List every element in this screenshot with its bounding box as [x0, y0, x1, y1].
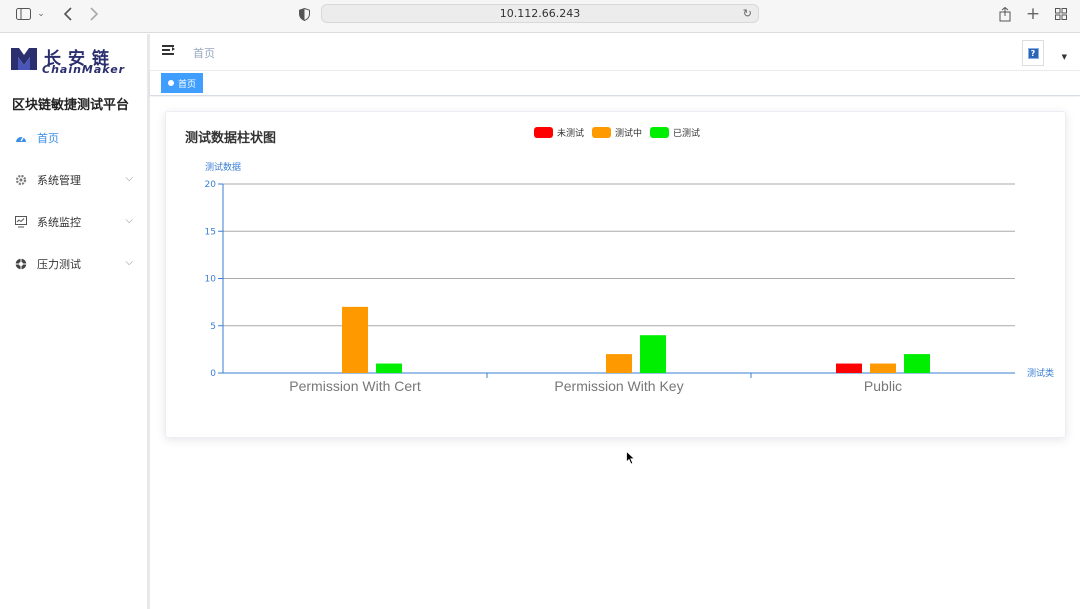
sidebar-item-label: 首页	[37, 132, 59, 145]
sidebar-item-label: 压力测试	[37, 258, 81, 271]
logo-english-text: ChainMaker	[42, 63, 126, 76]
x-axis-title: 测试类	[1027, 367, 1054, 379]
tab-overview-icon[interactable]	[1052, 4, 1070, 24]
chevron-down-icon: ⌵	[125, 173, 133, 184]
bar	[640, 335, 666, 373]
bar	[606, 354, 632, 373]
y-axis-title: 测试数据	[205, 161, 241, 173]
back-icon[interactable]	[60, 4, 76, 24]
chainmaker-logo-icon	[11, 48, 37, 70]
help-button[interactable]: ?	[1022, 40, 1044, 66]
breadcrumb[interactable]: 首页	[193, 45, 215, 61]
chevron-down-icon: ⌵	[125, 257, 133, 268]
x-tick-label: Public	[864, 378, 902, 394]
shield-icon[interactable]	[296, 4, 312, 24]
aperture-icon	[14, 257, 28, 271]
tags-view: 首页	[150, 71, 1080, 96]
sidebar-item-label: 系统管理	[37, 174, 81, 187]
chevron-down-icon: ⌵	[125, 215, 133, 226]
gear-icon	[14, 173, 28, 187]
bar	[376, 363, 402, 373]
bar	[836, 363, 862, 373]
x-tick-label: Permission With Key	[554, 378, 683, 394]
mouse-cursor-icon	[626, 451, 636, 465]
reload-icon[interactable]: ↻	[743, 7, 752, 20]
main-content: 测试数据柱状图 未测试 测试中 已测试 测试数据 0 5 10 15 20 Permissi…	[150, 97, 1080, 609]
chevron-down-icon[interactable]: ⌄	[35, 4, 47, 24]
sidebar-toggle-icon[interactable]	[14, 4, 32, 24]
platform-title: 区块链敏捷测试平台	[12, 98, 130, 113]
sidebar: 长安链 ChainMaker 区块链敏捷测试平台 首页 系统管理 ⌵ 系统监控 …	[0, 34, 150, 609]
sidebar-item-home[interactable]: 首页	[0, 123, 147, 153]
monitor-icon	[14, 215, 28, 229]
y-tick-label: 10	[205, 275, 217, 285]
logo[interactable]: 长安链 ChainMaker	[10, 44, 140, 76]
new-tab-icon[interactable]: +	[1024, 4, 1042, 24]
bar	[342, 306, 368, 373]
sidebar-item-system-management[interactable]: 系统管理 ⌵	[0, 165, 147, 195]
bar	[904, 354, 930, 373]
dashboard-icon	[14, 131, 28, 145]
url-text: 10.112.66.243	[499, 7, 581, 20]
bar	[870, 363, 896, 373]
bar-chart: 测试数据 0 5 10 15 20 Permission With Cert Permissi…	[205, 161, 1054, 394]
caret-down-icon[interactable]: ▼	[1062, 53, 1067, 61]
sidebar-item-label: 系统监控	[37, 216, 81, 229]
browser-toolbar: ⌄ 10.112.66.243 ↻ +	[0, 0, 1080, 33]
y-tick-label: 15	[205, 227, 216, 237]
menu-collapse-icon[interactable]	[162, 44, 176, 58]
active-dot-icon	[168, 80, 174, 86]
y-tick-label: 20	[205, 180, 217, 190]
tag-label: 首页	[178, 79, 197, 90]
tag-home[interactable]: 首页	[161, 73, 204, 93]
x-tick-label: Permission With Cert	[289, 378, 421, 394]
sidebar-item-stress-test[interactable]: 压力测试 ⌵	[0, 249, 147, 279]
help-icon: ?	[1027, 47, 1039, 59]
forward-icon[interactable]	[86, 4, 102, 24]
y-tick-label: 0	[210, 369, 216, 379]
sidebar-item-system-monitor[interactable]: 系统监控 ⌵	[0, 207, 147, 237]
address-bar[interactable]: 10.112.66.243 ↻	[321, 4, 759, 23]
chart-card: 测试数据柱状图 未测试 测试中 已测试 测试数据 0 5 10 15 20 Permissi…	[165, 111, 1066, 438]
top-navbar: 首页 ? ▼	[150, 34, 1080, 71]
y-tick-label: 5	[210, 322, 216, 332]
share-icon[interactable]	[996, 4, 1014, 24]
